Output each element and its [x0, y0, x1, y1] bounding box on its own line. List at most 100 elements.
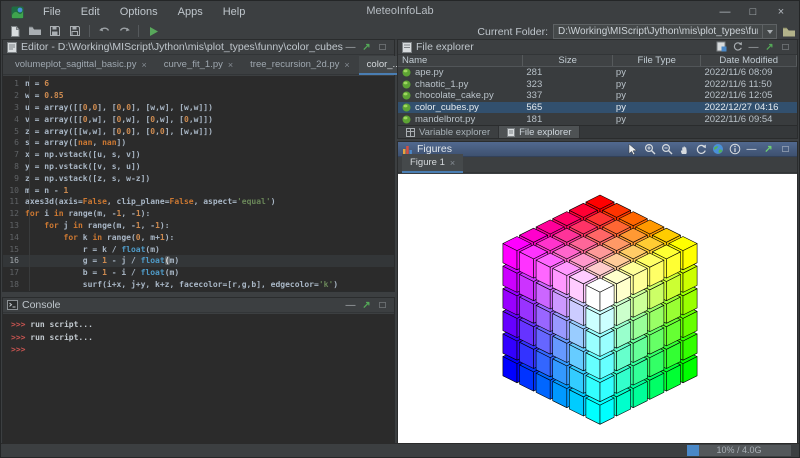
- maximize-panel-button[interactable]: □: [375, 41, 390, 54]
- column-header-name[interactable]: Name: [398, 55, 523, 66]
- file-name-cell: color_cubes.py: [398, 102, 523, 113]
- new-file-button[interactable]: [5, 23, 25, 39]
- minimize-panel-button[interactable]: —: [744, 143, 759, 156]
- console-output[interactable]: >>> run script...>>> run script...>>>: [3, 314, 394, 443]
- float-panel-button[interactable]: ↗: [762, 41, 777, 54]
- gutter-divider: [29, 76, 30, 291]
- menu-help[interactable]: Help: [214, 3, 255, 21]
- editor-tab[interactable]: tree_recursion_2d.py×: [242, 56, 358, 74]
- open-folder-button[interactable]: [25, 23, 45, 39]
- info-tool-button[interactable]: [727, 143, 742, 156]
- file-row[interactable]: chocolate_cake.py337py2022/11/6 12:05: [398, 90, 797, 102]
- minimize-panel-button[interactable]: —: [343, 299, 358, 312]
- file-row[interactable]: color_cubes.py565py2022/12/27 04:16: [398, 102, 797, 114]
- new-file-icon: [9, 25, 21, 38]
- code-text: for k in range(0, m+1):: [25, 233, 174, 242]
- pointer-tool-button[interactable]: [625, 143, 640, 156]
- console-line: >>> run script...: [11, 320, 394, 333]
- info-icon: [729, 143, 741, 155]
- editor-tab-label: curve_fit_1.py: [164, 59, 223, 70]
- console-icon: [7, 300, 18, 310]
- file-row[interactable]: chaotic_1.py323py2022/11/6 11:50: [398, 79, 797, 91]
- editor-title: Editor - D:\Working\MIScript\Jython\mis\…: [21, 41, 343, 53]
- current-folder-input[interactable]: [553, 24, 763, 39]
- current-folder-dropdown-button[interactable]: [763, 24, 777, 39]
- close-icon[interactable]: ×: [344, 60, 349, 70]
- tab-file-explorer[interactable]: File explorer: [499, 126, 580, 138]
- file-date-cell: 2022/11/6 11:50: [701, 79, 797, 90]
- line-number: 1: [3, 79, 25, 88]
- code-text: g = 1 - j / float(m): [25, 256, 179, 265]
- zoom-in-tool-button[interactable]: [642, 143, 657, 156]
- line-number: 17: [3, 268, 25, 277]
- column-header-size[interactable]: Size: [523, 55, 613, 66]
- globe-icon: [712, 143, 724, 155]
- maximize-panel-button[interactable]: □: [375, 299, 390, 312]
- editor-console-splitter[interactable]: [2, 292, 395, 297]
- file-date-cell: 2022/11/6 12:05: [701, 90, 797, 101]
- maximize-panel-button[interactable]: □: [778, 41, 793, 54]
- figures-panel: Figures —↗□ Figure 1 ×: [397, 141, 798, 444]
- console-line: >>> run script...: [11, 333, 394, 346]
- close-icon[interactable]: ×: [141, 60, 146, 70]
- code-line: 7x = np.vstack([u, s, v]): [3, 149, 394, 161]
- line-number: 6: [3, 138, 25, 147]
- new-script-button[interactable]: [714, 41, 729, 54]
- console-prompt: >>>: [11, 345, 25, 354]
- code-editor[interactable]: 1n = 62w = 0.853u = array([[0,0], [0,0],…: [3, 76, 394, 291]
- editor-tab[interactable]: curve_fit_1.py ×: [156, 56, 241, 74]
- float-panel-button[interactable]: ↗: [359, 299, 374, 312]
- minimize-panel-button[interactable]: —: [343, 41, 358, 54]
- redo-button[interactable]: [114, 23, 134, 39]
- save-as-button[interactable]: [65, 23, 85, 39]
- close-icon[interactable]: ×: [228, 60, 233, 70]
- file-row[interactable]: mandelbrot.py181py2022/11/6 09:54: [398, 113, 797, 125]
- figure-tabbar: Figure 1 ×: [398, 157, 797, 173]
- run-script-button[interactable]: [143, 23, 163, 39]
- zoom-out-tool-button[interactable]: [659, 143, 674, 156]
- browse-folder-button[interactable]: [782, 26, 796, 38]
- menu-edit[interactable]: Edit: [72, 3, 109, 21]
- file-date-cell: 2022/12/27 04:16: [701, 102, 797, 113]
- menu-file[interactable]: File: [34, 3, 70, 21]
- close-icon[interactable]: ×: [450, 158, 455, 168]
- tab-variable-explorer[interactable]: Variable explorer: [398, 126, 499, 138]
- editor-panel-controls: — ↗ □: [343, 41, 390, 54]
- open-folder-icon: [28, 25, 42, 37]
- editor-tab[interactable]: volumeplot_sagittal_basic.py×: [7, 56, 155, 74]
- window-maximize-button[interactable]: □: [739, 1, 767, 23]
- undo-button[interactable]: [94, 23, 114, 39]
- code-line: 13 for j in range(m, -1, -1):: [3, 220, 394, 232]
- vertical-splitter[interactable]: [395, 39, 397, 444]
- menu-options[interactable]: Options: [111, 3, 167, 21]
- window-minimize-button[interactable]: —: [711, 1, 739, 23]
- new-script-icon: [716, 41, 727, 52]
- pan-tool-button[interactable]: [676, 143, 691, 156]
- file-size-cell: 323: [523, 79, 613, 90]
- editor-header: Editor - D:\Working\MIScript\Jython\mis\…: [3, 40, 394, 55]
- code-line: 11axes3d(axis=False, clip_plane=False, a…: [3, 196, 394, 208]
- file-row[interactable]: ape.py281py2022/11/6 08:09: [398, 67, 797, 79]
- window-close-button[interactable]: ×: [767, 1, 795, 23]
- console-text: run script...: [25, 333, 92, 342]
- explorer-figures-splitter[interactable]: [397, 139, 798, 141]
- tab-label: File explorer: [519, 127, 571, 138]
- minimize-panel-button[interactable]: —: [746, 41, 761, 54]
- code-line: 1n = 6: [3, 78, 394, 90]
- file-type-cell: py: [613, 90, 702, 101]
- refresh-button[interactable]: [730, 41, 745, 54]
- memory-indicator[interactable]: 10% / 4.0G: [687, 445, 791, 456]
- float-panel-button[interactable]: ↗: [359, 41, 374, 54]
- python-file-icon: [402, 80, 411, 89]
- menu-apps[interactable]: Apps: [169, 3, 212, 21]
- column-header-file-type[interactable]: File Type: [613, 55, 702, 66]
- float-panel-button[interactable]: ↗: [761, 143, 776, 156]
- column-header-date-modified[interactable]: Date Modified: [701, 55, 797, 66]
- code-line: 10m = n - 1: [3, 184, 394, 196]
- figure-canvas[interactable]: [398, 174, 797, 443]
- tab-figure-1[interactable]: Figure 1 ×: [402, 154, 463, 172]
- maximize-panel-button[interactable]: □: [778, 143, 793, 156]
- globe-tool-button[interactable]: [710, 143, 725, 156]
- rotate-tool-button[interactable]: [693, 143, 708, 156]
- save-button[interactable]: [45, 23, 65, 39]
